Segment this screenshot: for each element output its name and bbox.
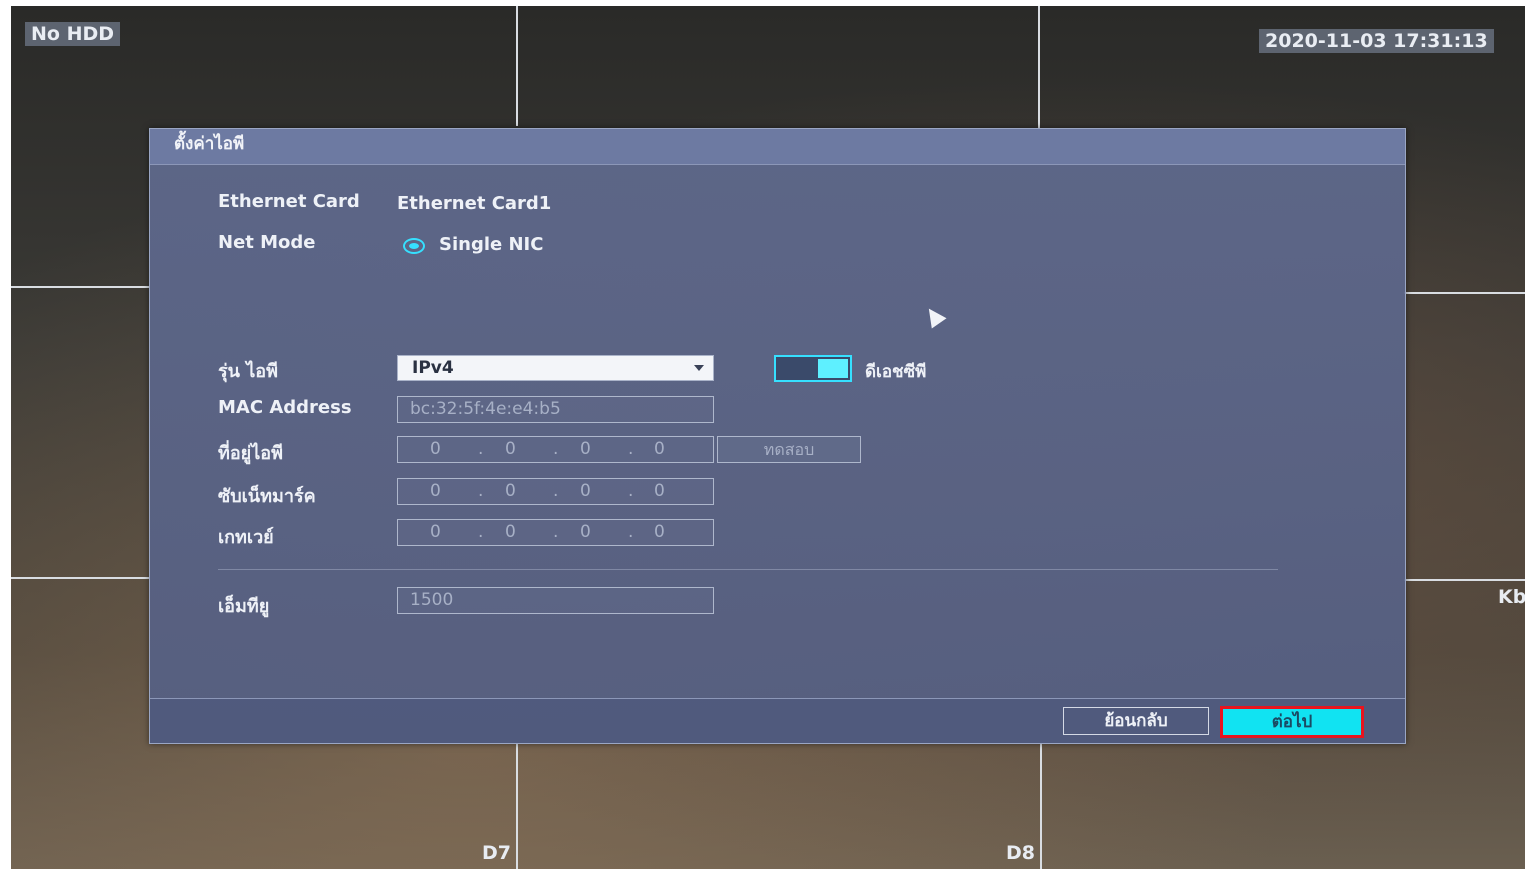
- next-button[interactable]: ต่อไป: [1220, 706, 1364, 738]
- ethernet-card-value: Ethernet Card1: [397, 193, 552, 214]
- dhcp-toggle-knob: [818, 359, 848, 378]
- ip-dot: .: [553, 439, 559, 459]
- subnet-octet-4[interactable]: 0: [654, 481, 665, 501]
- ethernet-card-label: Ethernet Card: [218, 191, 360, 212]
- grid-line-horizontal-3: [1404, 292, 1525, 294]
- ip-dot: .: [478, 481, 484, 501]
- grid-line-vertical-2: [1038, 6, 1040, 131]
- mtu-label: เอ็มทียู: [218, 596, 270, 617]
- divider: [218, 569, 1278, 570]
- ip-dot: .: [628, 481, 634, 501]
- subnet-mask-label: ซับเน็ทมาร์ค: [218, 486, 316, 507]
- ip-octet-1[interactable]: 0: [430, 439, 441, 459]
- grid-line-horizontal-4: [1404, 579, 1525, 581]
- ip-version-label: รุ่น ไอพี: [218, 361, 278, 382]
- channel-label-d8: D8: [1006, 842, 1035, 864]
- ip-dot: .: [553, 481, 559, 501]
- ip-dot: .: [478, 522, 484, 542]
- ip-dot: .: [628, 439, 634, 459]
- ip-dot: .: [628, 522, 634, 542]
- test-button[interactable]: ทดสอบ: [717, 436, 861, 463]
- ip-dot: .: [478, 439, 484, 459]
- gateway-octet-4[interactable]: 0: [654, 522, 665, 542]
- ip-octet-3[interactable]: 0: [580, 439, 591, 459]
- grid-line-vertical-3: [516, 742, 518, 869]
- net-mode-label: Net Mode: [218, 232, 316, 253]
- subnet-octet-1[interactable]: 0: [430, 481, 441, 501]
- radio-selected-icon[interactable]: [403, 238, 425, 254]
- subnet-octet-3[interactable]: 0: [580, 481, 591, 501]
- grid-line-horizontal-1: [11, 286, 149, 288]
- datetime: 2020-11-03 17:31:13: [1259, 29, 1494, 53]
- ip-address-field[interactable]: 0 . 0 . 0 . 0: [397, 436, 714, 463]
- hdd-status: No HDD: [25, 22, 121, 46]
- dialog-footer: [150, 698, 1405, 743]
- ip-version-value: IPv4: [412, 358, 454, 378]
- subnet-mask-field[interactable]: 0 . 0 . 0 . 0: [397, 478, 714, 505]
- ip-settings-dialog: ตั้งค่าไอพี Ethernet Card Ethernet Card1…: [149, 128, 1406, 744]
- grid-line-vertical-1: [516, 6, 518, 126]
- gateway-label: เกทเวย์: [218, 527, 274, 548]
- ip-octet-4[interactable]: 0: [654, 439, 665, 459]
- grid-line-horizontal-2: [11, 577, 149, 579]
- gateway-octet-3[interactable]: 0: [580, 522, 591, 542]
- dhcp-toggle[interactable]: [774, 355, 852, 382]
- ip-dot: .: [553, 522, 559, 542]
- mac-address-field[interactable]: bc:32:5f:4e:e4:b5: [397, 396, 714, 423]
- dropdown-caret-icon: [694, 365, 704, 371]
- mac-address-label: MAC Address: [218, 397, 352, 418]
- channel-label-d7: D7: [482, 842, 511, 864]
- back-button[interactable]: ย้อนกลับ: [1063, 707, 1209, 735]
- ip-octet-2[interactable]: 0: [505, 439, 516, 459]
- dhcp-label: ดีเอชซีพี: [865, 362, 927, 382]
- net-mode-value[interactable]: Single NIC: [439, 234, 543, 255]
- ip-address-label: ที่อยู่ไอพี: [218, 443, 283, 464]
- mtu-field[interactable]: 1500: [397, 587, 714, 614]
- grid-line-vertical-4: [1040, 742, 1042, 869]
- dialog-title: ตั้งค่าไอพี: [150, 129, 1405, 165]
- ip-version-select[interactable]: IPv4: [397, 355, 714, 381]
- gateway-octet-1[interactable]: 0: [430, 522, 441, 542]
- right-edge-label: Kb: [1498, 586, 1525, 608]
- gateway-octet-2[interactable]: 0: [505, 522, 516, 542]
- subnet-octet-2[interactable]: 0: [505, 481, 516, 501]
- gateway-field[interactable]: 0 . 0 . 0 . 0: [397, 519, 714, 546]
